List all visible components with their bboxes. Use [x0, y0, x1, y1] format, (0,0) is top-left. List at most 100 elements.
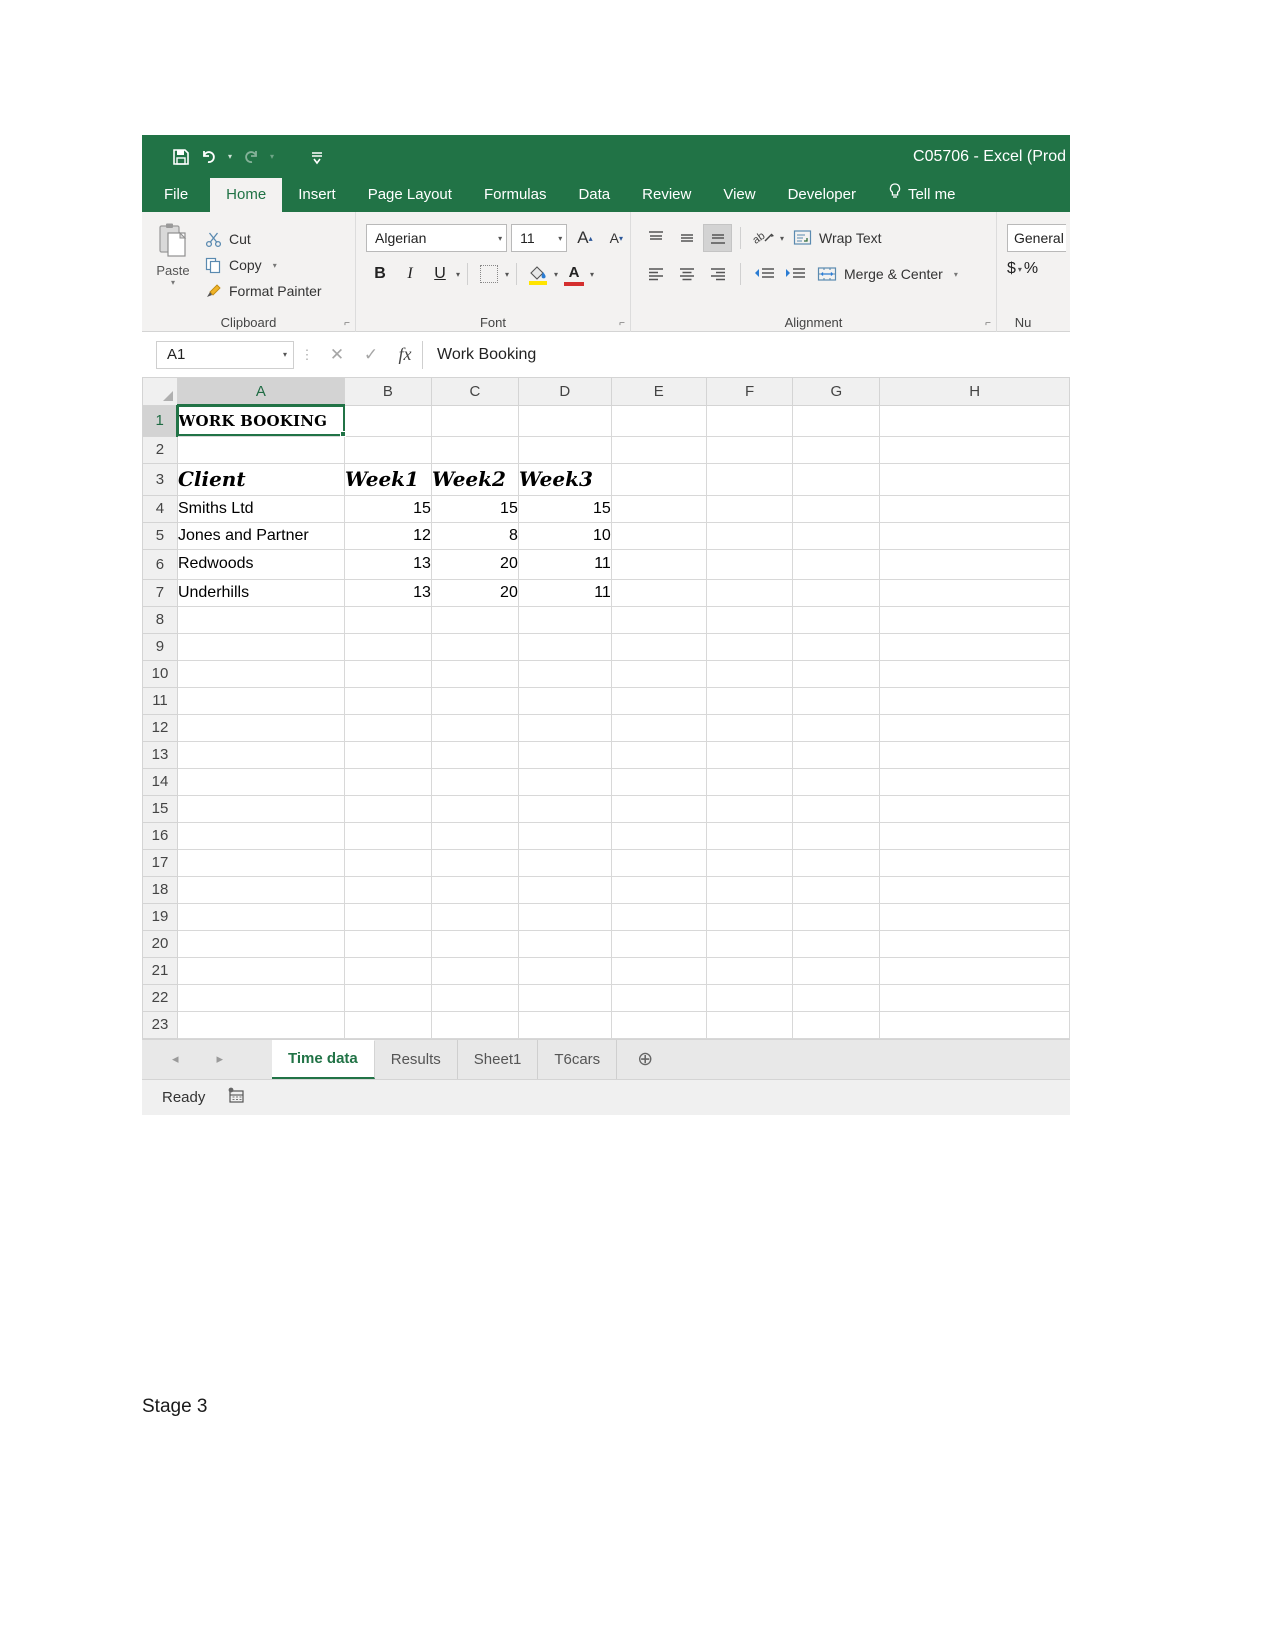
cell-D14[interactable] [518, 768, 612, 796]
cell-F2[interactable] [706, 436, 794, 464]
cell-A13[interactable] [177, 741, 345, 769]
cell-D8[interactable] [518, 606, 612, 634]
cell-G1[interactable] [792, 405, 881, 437]
cell-A8[interactable] [177, 606, 345, 634]
cell-G6[interactable] [792, 549, 881, 580]
cell-D13[interactable] [518, 741, 612, 769]
cell-B17[interactable] [344, 849, 432, 877]
cell-A9[interactable] [177, 633, 345, 661]
format-painter-button[interactable]: Format Painter [204, 278, 322, 304]
cell-C16[interactable] [431, 822, 519, 850]
cell-G18[interactable] [792, 876, 881, 904]
row-header-13[interactable]: 13 [142, 740, 178, 769]
cell-H1[interactable] [879, 405, 1070, 437]
sheet-nav-prev-icon[interactable]: ◂ [172, 1051, 179, 1067]
cell-E2[interactable] [611, 436, 707, 464]
cell-G7[interactable] [792, 579, 881, 607]
cell-D3[interactable]: Week3 [518, 463, 612, 496]
formula-input[interactable]: Work Booking [422, 340, 1070, 369]
cell-G5[interactable] [792, 522, 881, 550]
cell-G12[interactable] [792, 714, 881, 742]
ribbon-tab-developer[interactable]: Developer [772, 178, 872, 212]
cell-D10[interactable] [518, 660, 612, 688]
formula-bar-grip[interactable]: ⋮ [294, 347, 320, 363]
cell-D11[interactable] [518, 687, 612, 715]
cell-B23[interactable] [344, 1011, 432, 1039]
cell-B20[interactable] [344, 930, 432, 958]
cell-C15[interactable] [431, 795, 519, 823]
row-header-17[interactable]: 17 [142, 848, 178, 877]
cell-F12[interactable] [706, 714, 794, 742]
fill-color-button[interactable] [524, 260, 552, 288]
font-name-dropdown-icon[interactable]: ▾ [498, 234, 502, 243]
cell-A20[interactable] [177, 930, 345, 958]
cell-E9[interactable] [611, 633, 707, 661]
column-header-g[interactable]: G [792, 378, 881, 406]
merge-center-button[interactable]: Merge & Center ▾ [817, 264, 958, 284]
cell-A17[interactable] [177, 849, 345, 877]
percent-format-button[interactable]: % [1024, 260, 1038, 278]
cell-A10[interactable] [177, 660, 345, 688]
row-header-4[interactable]: 4 [142, 494, 178, 523]
cell-G22[interactable] [792, 984, 881, 1012]
align-top-button[interactable] [641, 224, 670, 252]
cell-F19[interactable] [706, 903, 794, 931]
cell-D9[interactable] [518, 633, 612, 661]
cell-C3[interactable]: Week2 [431, 463, 519, 496]
currency-format-button[interactable]: $ [1007, 260, 1016, 278]
cell-C13[interactable] [431, 741, 519, 769]
cell-F16[interactable] [706, 822, 794, 850]
cell-F8[interactable] [706, 606, 794, 634]
underline-dropdown-icon[interactable]: ▾ [456, 270, 460, 279]
cell-G14[interactable] [792, 768, 881, 796]
cell-B4[interactable]: 15 [344, 495, 432, 523]
cell-F14[interactable] [706, 768, 794, 796]
cell-C10[interactable] [431, 660, 519, 688]
column-header-f[interactable]: F [705, 378, 794, 406]
alignment-dialog-launcher-icon[interactable]: ⌐ [985, 318, 991, 329]
cell-E19[interactable] [611, 903, 707, 931]
align-center-button[interactable] [672, 260, 701, 288]
cell-F11[interactable] [706, 687, 794, 715]
row-header-5[interactable]: 5 [142, 521, 178, 550]
cell-A2[interactable] [177, 436, 345, 464]
cell-C14[interactable] [431, 768, 519, 796]
cell-E18[interactable] [611, 876, 707, 904]
row-header-7[interactable]: 7 [142, 578, 178, 607]
cell-H2[interactable] [879, 436, 1070, 464]
column-header-e[interactable]: E [610, 378, 707, 406]
row-header-19[interactable]: 19 [142, 902, 178, 931]
cell-C4[interactable]: 15 [431, 495, 519, 523]
cell-B16[interactable] [344, 822, 432, 850]
row-header-22[interactable]: 22 [142, 983, 178, 1012]
cell-A7[interactable]: Underhills [177, 579, 345, 607]
cell-C9[interactable] [431, 633, 519, 661]
macro-record-icon[interactable] [227, 1087, 246, 1108]
column-header-d[interactable]: D [517, 378, 612, 406]
save-icon[interactable] [168, 144, 194, 170]
row-header-1[interactable]: 1 [142, 404, 179, 437]
cell-D23[interactable] [518, 1011, 612, 1039]
sheet-tab-t6cars[interactable]: T6cars [538, 1039, 618, 1079]
cell-A11[interactable] [177, 687, 345, 715]
cell-C19[interactable] [431, 903, 519, 931]
cancel-entry-icon[interactable]: ✕ [320, 341, 354, 369]
cell-A14[interactable] [177, 768, 345, 796]
row-header-3[interactable]: 3 [142, 462, 178, 496]
cell-E23[interactable] [611, 1011, 707, 1039]
cell-B5[interactable]: 12 [344, 522, 432, 550]
cell-F5[interactable] [706, 522, 794, 550]
cell-G11[interactable] [792, 687, 881, 715]
row-header-11[interactable]: 11 [142, 686, 178, 715]
cell-A4[interactable]: Smiths Ltd [177, 495, 345, 523]
cell-C6[interactable]: 20 [431, 549, 519, 580]
ribbon-tab-review[interactable]: Review [626, 178, 707, 212]
font-size-dropdown-icon[interactable]: ▾ [558, 234, 562, 243]
cell-E15[interactable] [611, 795, 707, 823]
copy-button[interactable]: Copy ▾ [204, 252, 322, 278]
cell-G2[interactable] [792, 436, 881, 464]
cell-E6[interactable] [611, 549, 707, 580]
cell-D19[interactable] [518, 903, 612, 931]
confirm-entry-icon[interactable]: ✓ [354, 341, 388, 369]
cell-B7[interactable]: 13 [344, 579, 432, 607]
